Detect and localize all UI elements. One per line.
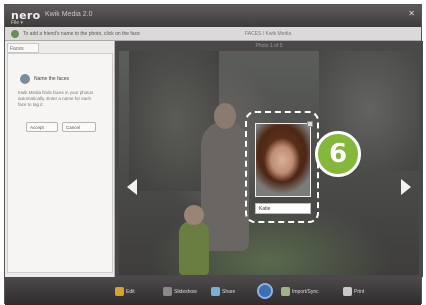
panel-heading: Name the faces bbox=[34, 76, 70, 82]
photo: Katie 6 bbox=[119, 51, 419, 275]
import-sync-button[interactable]: Import/Sync bbox=[281, 287, 319, 299]
photo-viewer: Photo 1 of 5 Katie 6 bbox=[115, 41, 423, 277]
file-menu[interactable]: File ▾ bbox=[11, 20, 23, 26]
detected-face-thumbnail[interactable] bbox=[255, 121, 313, 197]
tab-faces[interactable]: Faces bbox=[7, 43, 39, 53]
info-text: To add a friend's name to the photo, cli… bbox=[23, 31, 140, 37]
cancel-button[interactable]: Cancel bbox=[62, 122, 96, 132]
face-box-handle-icon[interactable] bbox=[307, 121, 313, 127]
info-icon bbox=[11, 30, 19, 38]
photo-person-child bbox=[179, 221, 209, 275]
face-tag-icon bbox=[20, 74, 30, 84]
edit-icon bbox=[115, 287, 124, 296]
import-sync-icon bbox=[281, 287, 290, 296]
share-button[interactable]: Share bbox=[211, 287, 235, 299]
title-bar: nero Kwik Media 2.0 File ▾ ✕ bbox=[5, 5, 421, 27]
bottom-toolbar: Edit Slideshow Share Import/Sync Print bbox=[5, 277, 421, 305]
home-icon[interactable] bbox=[257, 283, 273, 299]
import-sync-label: Import/Sync bbox=[292, 288, 319, 295]
close-icon[interactable]: ✕ bbox=[408, 9, 415, 18]
sidebar: Faces Name the faces Kwik Media finds fa… bbox=[5, 41, 115, 277]
edit-button[interactable]: Edit bbox=[115, 287, 135, 299]
face-highlight[interactable]: Katie bbox=[245, 111, 319, 223]
print-button[interactable]: Print bbox=[343, 287, 364, 299]
slideshow-icon bbox=[163, 287, 172, 296]
photo-person-adult-head bbox=[214, 103, 236, 129]
face-name-input[interactable]: Katie bbox=[255, 203, 311, 214]
panel-description: Kwik Media finds faces in your photos au… bbox=[18, 90, 94, 107]
app-title: Kwik Media 2.0 bbox=[45, 11, 93, 18]
slideshow-label: Slideshow bbox=[174, 288, 197, 295]
accept-button[interactable]: Accept bbox=[26, 122, 58, 132]
breadcrumb[interactable]: FACES / Kwik Media bbox=[245, 31, 291, 37]
print-icon bbox=[343, 287, 352, 296]
next-photo-arrow-icon[interactable] bbox=[401, 179, 411, 195]
faces-panel: Name the faces Kwik Media finds faces in… bbox=[7, 53, 113, 273]
photo-person-child-head bbox=[184, 205, 204, 225]
share-label: Share bbox=[222, 288, 236, 295]
share-icon bbox=[211, 287, 220, 296]
slideshow-button[interactable]: Slideshow bbox=[163, 287, 197, 299]
edit-label: Edit bbox=[126, 288, 135, 295]
print-label: Print bbox=[354, 288, 365, 295]
photo-label: Photo 1 of 5 bbox=[255, 43, 283, 49]
info-bar: To add a friend's name to the photo, cli… bbox=[5, 27, 421, 41]
previous-photo-arrow-icon[interactable] bbox=[127, 179, 137, 195]
app-window: nero Kwik Media 2.0 File ▾ ✕ To add a fr… bbox=[4, 4, 423, 305]
step-number-badge: 6 bbox=[315, 131, 361, 177]
